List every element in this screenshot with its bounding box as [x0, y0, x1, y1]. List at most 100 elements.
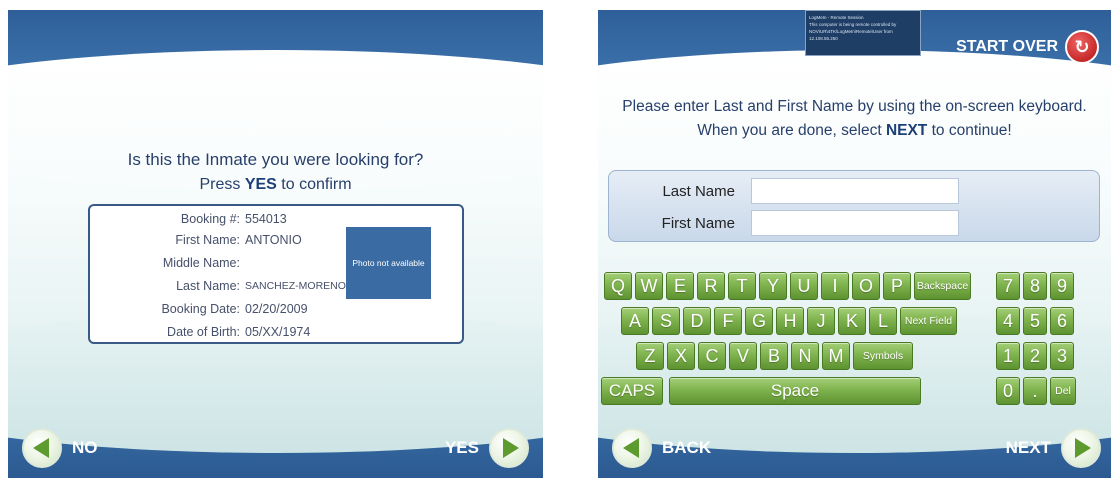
first-name-label: First Name	[661, 214, 735, 232]
last-name-label: Last Name:	[176, 279, 240, 293]
left-arrow-icon	[612, 428, 652, 468]
key-t[interactable]: T	[728, 272, 756, 300]
first-name-value: ANTONIO	[245, 233, 302, 247]
last-name-value: SANCHEZ-MORENO	[245, 280, 346, 292]
key-l[interactable]: L	[869, 307, 897, 335]
left-arrow-icon	[22, 428, 62, 468]
yes-word: YES	[244, 176, 277, 193]
key-x[interactable]: X	[667, 342, 695, 370]
middle-name-label: Middle Name:	[162, 256, 240, 270]
symbols-key[interactable]: Symbols	[853, 342, 913, 370]
numpad-key-9[interactable]: 9	[1050, 272, 1074, 300]
detail-row-booking-number: Booking #: 554013	[90, 212, 287, 232]
numpad-key-1[interactable]: 1	[996, 342, 1020, 370]
booking-number-value: 554013	[245, 212, 287, 226]
key-c[interactable]: C	[698, 342, 726, 370]
key-k[interactable]: K	[838, 307, 866, 335]
key-f[interactable]: F	[714, 307, 742, 335]
inmate-confirm-screen: Is this the Inmate you were looking for?…	[8, 10, 543, 478]
date-of-birth-label: Date of Birth:	[167, 325, 240, 339]
detail-row-date-of-birth: Date of Birth: 05/XX/1974	[90, 325, 310, 345]
key-s[interactable]: S	[652, 307, 680, 335]
restart-icon: ↻	[1065, 30, 1099, 64]
press-prefix: Press	[199, 176, 241, 193]
key-w[interactable]: W	[635, 272, 663, 300]
last-name-input[interactable]	[751, 178, 959, 204]
numpad-key-3[interactable]: 3	[1050, 342, 1074, 370]
key-z[interactable]: Z	[636, 342, 664, 370]
no-label: NO	[72, 438, 98, 457]
space-key[interactable]: Space	[669, 377, 921, 405]
backspace-key[interactable]: Backspace	[914, 272, 971, 300]
first-name-input[interactable]	[751, 210, 959, 236]
remote-session-notice: LogMeIn - Remote Session This computer i…	[805, 10, 921, 56]
key-i[interactable]: I	[821, 272, 849, 300]
next-label: NEXT	[1005, 438, 1051, 457]
booking-date-value: 02/20/2009	[245, 302, 308, 316]
key-b[interactable]: B	[760, 342, 788, 370]
key-e[interactable]: E	[666, 272, 694, 300]
instruction-prefix: When you are done, select	[697, 122, 882, 139]
next-word: NEXT	[885, 122, 928, 139]
key-r[interactable]: R	[697, 272, 725, 300]
remote-session-body: This computer is being remote controlled…	[809, 22, 897, 41]
numpad-key-5[interactable]: 5	[1023, 307, 1047, 335]
start-over-label: START OVER	[956, 38, 1058, 55]
key-j[interactable]: J	[807, 307, 835, 335]
key-m[interactable]: M	[822, 342, 850, 370]
detail-row-middle-name: Middle Name:	[90, 256, 245, 276]
inmate-details-box: Booking #: 554013 First Name: ANTONIO Mi…	[88, 204, 464, 344]
right-arrow-icon	[1061, 428, 1101, 468]
numpad-key-4[interactable]: 4	[996, 307, 1020, 335]
press-suffix: to confirm	[281, 176, 352, 193]
numpad-key-6[interactable]: 6	[1050, 307, 1074, 335]
key-u[interactable]: U	[790, 272, 818, 300]
numpad-key-2[interactable]: 2	[1023, 342, 1047, 370]
key-n[interactable]: N	[791, 342, 819, 370]
key-g[interactable]: G	[745, 307, 773, 335]
date-of-birth-value: 05/XX/1974	[245, 325, 311, 339]
name-entry-panel: Last Name First Name	[608, 170, 1100, 242]
first-name-label: First Name:	[175, 233, 240, 247]
inmate-photo-placeholder: Photo not available	[346, 227, 431, 299]
last-name-row: Last Name	[609, 178, 959, 204]
detail-row-booking-date: Booking Date: 02/20/2009	[90, 302, 308, 322]
numpad-key-0[interactable]: 0	[996, 377, 1020, 405]
back-button[interactable]: BACK	[612, 428, 711, 468]
back-label: BACK	[662, 438, 712, 457]
right-arrow-icon	[489, 428, 529, 468]
next-button[interactable]: NEXT	[1006, 428, 1101, 468]
yes-button[interactable]: YES	[445, 428, 529, 468]
numpad-key-8[interactable]: 8	[1023, 272, 1047, 300]
start-over-button[interactable]: START OVER ↻	[956, 30, 1099, 64]
instruction-line-1: Please enter Last and First Name by usin…	[622, 98, 1087, 115]
numpad-key-7[interactable]: 7	[996, 272, 1020, 300]
booking-date-label: Booking Date:	[161, 302, 240, 316]
delete-key[interactable]: Del	[1050, 377, 1076, 405]
detail-row-first-name: First Name: ANTONIO	[90, 233, 302, 253]
key-y[interactable]: Y	[759, 272, 787, 300]
key-v[interactable]: V	[729, 342, 757, 370]
booking-number-label: Booking #:	[180, 212, 240, 226]
remote-session-title: LogMeIn - Remote Session	[809, 15, 864, 20]
yes-label: YES	[444, 438, 479, 457]
numpad-key-period[interactable]: .	[1023, 377, 1047, 405]
key-o[interactable]: O	[852, 272, 880, 300]
name-entry-screen: LogMeIn - Remote Session This computer i…	[598, 10, 1111, 478]
first-name-row: First Name	[609, 210, 959, 236]
detail-row-last-name: Last Name: SANCHEZ-MORENO	[90, 279, 346, 299]
key-p[interactable]: P	[883, 272, 911, 300]
instruction-line-2: When you are done, select NEXT to contin…	[598, 122, 1111, 140]
caps-key[interactable]: CAPS	[601, 377, 663, 405]
header-curve	[598, 50, 1111, 190]
instruction-suffix: to continue!	[931, 122, 1012, 139]
key-h[interactable]: H	[776, 307, 804, 335]
key-q[interactable]: Q	[604, 272, 632, 300]
confirm-instruction: Press YES to confirm	[8, 176, 543, 194]
confirm-question: Is this the Inmate you were looking for?	[127, 150, 424, 169]
key-d[interactable]: D	[683, 307, 711, 335]
no-button[interactable]: NO	[22, 428, 98, 468]
next-field-key[interactable]: Next Field	[900, 307, 957, 335]
last-name-label: Last Name	[662, 182, 735, 200]
key-a[interactable]: A	[621, 307, 649, 335]
